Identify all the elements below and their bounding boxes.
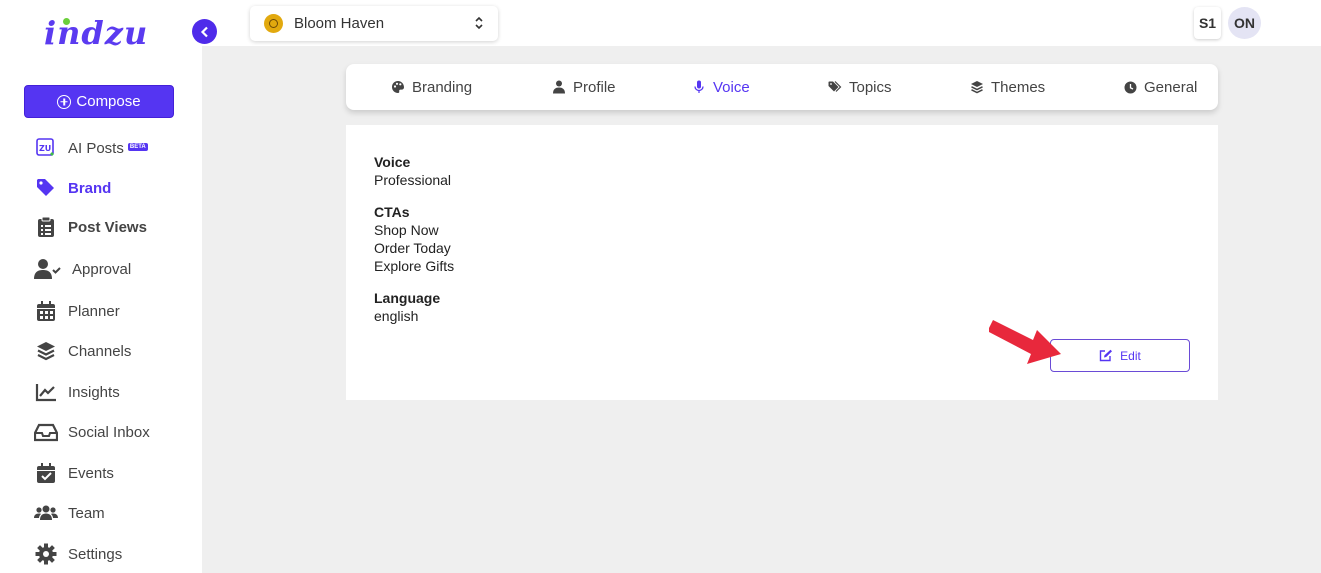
sidebar-item-social-inbox[interactable]: Social Inbox xyxy=(34,419,150,445)
sidebar-item-approval[interactable]: Approval xyxy=(34,256,131,282)
brand-tabs: Branding Profile Voice Topics Themes Gen… xyxy=(346,64,1218,110)
sidebar-item-label: Events xyxy=(68,464,114,482)
language-value: english xyxy=(374,308,419,324)
sidebar-item-label: Post Views xyxy=(68,218,147,236)
chevron-up-down-icon xyxy=(475,16,483,30)
users-icon xyxy=(34,501,58,525)
user-icon xyxy=(552,80,566,94)
sidebar-item-label: Channels xyxy=(68,342,132,360)
cta-item: Explore Gifts xyxy=(374,258,455,274)
voice-label: Voice xyxy=(374,154,411,170)
sidebar-item-label: Brand xyxy=(68,179,112,197)
sidebar-item-label: Settings xyxy=(68,545,123,563)
tags-icon xyxy=(828,80,842,94)
tab-label: Topics xyxy=(849,78,892,96)
sidebar: indzu Compose ZU AI Posts BETA Brand Pos… xyxy=(0,0,202,573)
sidebar-item-label: Planner xyxy=(68,302,120,320)
tab-label: Branding xyxy=(412,78,473,96)
svg-text:ZU: ZU xyxy=(39,144,51,153)
ai-posts-icon: ZU xyxy=(34,136,58,160)
tab-voice[interactable]: Voice xyxy=(692,64,750,110)
avatar[interactable]: ON xyxy=(1228,7,1261,39)
tag-icon xyxy=(34,176,58,200)
microphone-icon xyxy=(692,80,706,94)
tab-label: Themes xyxy=(991,78,1046,96)
clock-icon xyxy=(1123,80,1137,94)
inbox-icon xyxy=(34,420,58,444)
cta-item: Order Today xyxy=(374,240,451,256)
voice-panel: Voice Professional CTAs Shop Now Order T… xyxy=(346,125,1218,400)
logo-dot xyxy=(63,18,70,25)
tab-label: Profile xyxy=(573,78,616,96)
workspace-badge[interactable]: S1 xyxy=(1194,7,1221,39)
sidebar-item-label: Team xyxy=(68,504,105,522)
layers-icon xyxy=(970,80,984,94)
chevron-left-icon xyxy=(200,26,208,37)
tab-profile[interactable]: Profile xyxy=(552,64,616,110)
tab-label: Voice xyxy=(713,78,750,96)
sidebar-item-label: AI Posts xyxy=(68,139,124,157)
logo-text: indzu xyxy=(44,14,149,52)
sidebar-item-ai-posts[interactable]: ZU AI Posts BETA xyxy=(34,135,148,161)
brand-name: Bloom Haven xyxy=(294,15,385,32)
collapse-sidebar-button[interactable] xyxy=(192,19,217,44)
layers-icon xyxy=(34,339,58,363)
edit-button[interactable]: Edit xyxy=(1050,339,1190,372)
calendar-check-icon xyxy=(34,461,58,485)
brand-selector[interactable]: Bloom Haven xyxy=(250,6,498,41)
tab-themes[interactable]: Themes xyxy=(970,64,1045,110)
app-logo[interactable]: indzu xyxy=(44,14,148,52)
compose-button[interactable]: Compose xyxy=(24,85,174,118)
sidebar-item-events[interactable]: Events xyxy=(34,460,114,486)
tab-topics[interactable]: Topics xyxy=(828,64,892,110)
compose-label: Compose xyxy=(76,93,141,110)
sidebar-item-label: Social Inbox xyxy=(68,423,150,441)
sidebar-item-settings[interactable]: Settings xyxy=(34,541,122,567)
voice-value: Professional xyxy=(374,172,452,188)
sidebar-item-label: Insights xyxy=(68,383,120,401)
clipboard-icon xyxy=(34,215,58,239)
calendar-icon xyxy=(34,299,58,323)
annotation-arrow-icon xyxy=(989,320,1061,364)
tab-general[interactable]: General xyxy=(1123,64,1197,110)
palette-icon xyxy=(391,80,405,94)
sidebar-item-channels[interactable]: Channels xyxy=(34,338,131,364)
edit-label: Edit xyxy=(1120,348,1141,363)
cta-item: Shop Now xyxy=(374,222,439,238)
sidebar-item-brand[interactable]: Brand xyxy=(34,175,111,201)
sidebar-item-post-views[interactable]: Post Views xyxy=(34,214,147,240)
sidebar-item-team[interactable]: Team xyxy=(34,500,105,526)
sidebar-item-label: Approval xyxy=(72,260,132,278)
gear-icon xyxy=(34,542,58,566)
sidebar-item-planner[interactable]: Planner xyxy=(34,298,120,324)
tab-label: General xyxy=(1144,78,1198,96)
ctas-label: CTAs xyxy=(374,204,410,220)
beta-badge: BETA xyxy=(127,143,148,151)
brand-logo-icon xyxy=(264,14,283,33)
edit-icon xyxy=(1099,349,1113,362)
plus-circle-icon xyxy=(57,94,72,109)
language-label: Language xyxy=(374,290,441,306)
tab-branding[interactable]: Branding xyxy=(391,64,472,110)
user-check-icon xyxy=(34,257,62,281)
chart-line-icon xyxy=(34,380,58,404)
sidebar-item-insights[interactable]: Insights xyxy=(34,379,120,405)
